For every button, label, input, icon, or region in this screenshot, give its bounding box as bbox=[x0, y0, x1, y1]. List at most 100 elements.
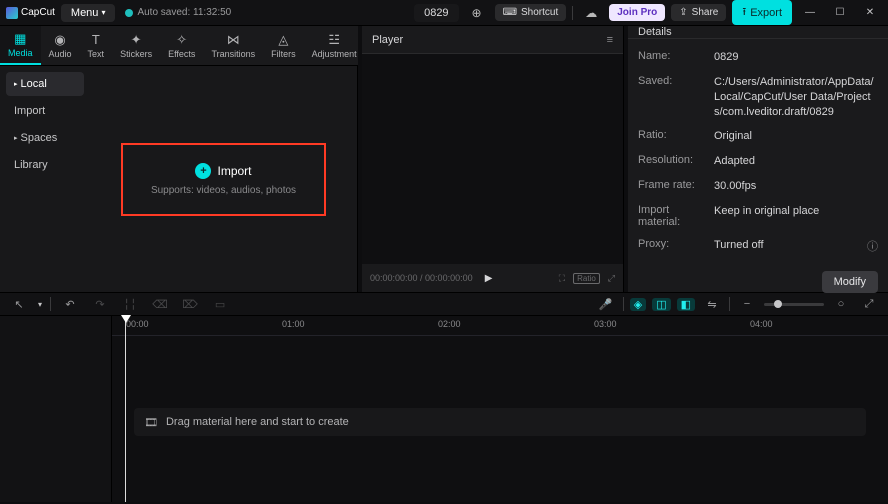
sidebar-item-library[interactable]: Library bbox=[6, 153, 84, 177]
sidebar-item-local[interactable]: ▸Local bbox=[6, 72, 84, 96]
caret-icon: ▸ bbox=[14, 134, 18, 142]
player-timecode: 00:00:00:00 / 00:00:00:00 bbox=[370, 273, 473, 283]
share-label: Share bbox=[692, 7, 719, 18]
zoom-out-button[interactable]: − bbox=[736, 295, 758, 313]
modify-button[interactable]: Modify bbox=[822, 271, 878, 293]
export-label: Export bbox=[750, 7, 782, 19]
titlebar: CapCut Menu ▾ Auto saved: 11:32:50 0829 … bbox=[0, 0, 888, 26]
zoom-fit-button[interactable]: ⤢ bbox=[858, 295, 880, 313]
media-icon: ▦ bbox=[14, 31, 26, 46]
autosave-text: Auto saved: 11:32:50 bbox=[137, 7, 231, 18]
status-dot-icon bbox=[125, 9, 133, 17]
detail-row-ratio: Ratio:Original bbox=[638, 124, 878, 149]
media-panel: ▸Local Import ▸Spaces Library + Import S… bbox=[0, 66, 358, 292]
keyboard-icon: ⌨ bbox=[503, 7, 517, 18]
tab-transitions[interactable]: ⋈Transitions bbox=[203, 26, 263, 65]
detail-row-saved: Saved:C:/Users/Administrator/AppData/Loc… bbox=[638, 70, 878, 125]
player-title: Player bbox=[372, 34, 403, 46]
play-button[interactable]: ▶ bbox=[479, 268, 499, 288]
empty-track[interactable]: 🎞 Drag material here and start to create bbox=[134, 408, 866, 436]
export-icon: ⭱ bbox=[742, 3, 746, 22]
player-panel: Player ≡ 00:00:00:00 / 00:00:00:00 ▶ ⛶ R… bbox=[362, 26, 624, 292]
chevron-down-icon[interactable]: ▾ bbox=[38, 300, 42, 309]
tab-filters[interactable]: ◬Filters bbox=[263, 26, 304, 65]
pointer-tool[interactable]: ↖ bbox=[8, 295, 30, 313]
app-logo: CapCut bbox=[6, 7, 55, 19]
zoom-in-button[interactable]: ○ bbox=[830, 295, 852, 313]
tab-adjustment[interactable]: ☳Adjustment bbox=[304, 26, 365, 65]
caret-icon: ▸ bbox=[14, 80, 18, 88]
import-button[interactable]: + Import bbox=[195, 163, 251, 179]
join-pro-button[interactable]: Join Pro bbox=[609, 4, 665, 21]
autosave-status: Auto saved: 11:32:50 bbox=[125, 7, 231, 18]
tab-stickers[interactable]: ✦Stickers bbox=[112, 26, 160, 65]
fullscreen-icon[interactable]: ⤢ bbox=[608, 273, 615, 284]
menu-label: Menu bbox=[71, 7, 99, 19]
sidebar-item-import[interactable]: Import bbox=[6, 99, 84, 123]
player-viewport bbox=[362, 54, 623, 264]
import-hint: Supports: videos, audios, photos bbox=[151, 185, 296, 196]
filters-icon: ◬ bbox=[278, 32, 288, 47]
redo-button[interactable]: ↷ bbox=[89, 295, 111, 313]
text-icon: T bbox=[92, 32, 100, 47]
detail-row-resolution: Resolution:Adapted bbox=[638, 149, 878, 174]
link-toggle[interactable]: ◧ bbox=[677, 298, 695, 311]
effects-icon: ✧ bbox=[176, 32, 187, 47]
track-headers bbox=[0, 316, 112, 502]
media-sidebar: ▸Local Import ▸Spaces Library bbox=[0, 66, 90, 292]
maximize-button[interactable]: ☐ bbox=[828, 3, 852, 23]
record-voice-icon[interactable]: 🎤 bbox=[595, 295, 617, 313]
shortcut-label: Shortcut bbox=[521, 7, 558, 18]
delete-left[interactable]: ⌫ bbox=[149, 295, 171, 313]
ruler-tick: 02:00 bbox=[438, 319, 461, 329]
ruler-tick: 03:00 bbox=[594, 319, 617, 329]
shortcut-button[interactable]: ⌨ Shortcut bbox=[495, 4, 567, 21]
tab-media[interactable]: ▦Media bbox=[0, 26, 41, 65]
split-tool[interactable]: ╎╎ bbox=[119, 295, 141, 313]
project-title: 0829 bbox=[414, 4, 458, 22]
share-button[interactable]: ⇪ Share bbox=[671, 4, 726, 21]
zoom-mag-icon[interactable]: ⊕ bbox=[465, 3, 489, 23]
snap-toggle[interactable]: ◈ bbox=[630, 298, 646, 311]
sidebar-item-spaces[interactable]: ▸Spaces bbox=[6, 126, 84, 150]
app-name: CapCut bbox=[21, 7, 55, 18]
delete-right[interactable]: ⌦ bbox=[179, 295, 201, 313]
snapshot-icon[interactable]: ⛶ bbox=[559, 273, 565, 284]
audio-icon: ◉ bbox=[54, 32, 65, 47]
timeline: 00:00 01:00 02:00 03:00 04:00 🎞 Drag mat… bbox=[0, 316, 888, 502]
timeline-body[interactable]: 00:00 01:00 02:00 03:00 04:00 🎞 Drag mat… bbox=[112, 316, 888, 502]
ruler-tick: 00:00 bbox=[126, 319, 149, 329]
ratio-button[interactable]: Ratio bbox=[573, 273, 600, 284]
zoom-slider[interactable] bbox=[764, 303, 824, 306]
detail-row-import: Import material:Keep in original place bbox=[638, 199, 878, 233]
info-icon[interactable]: ⓘ bbox=[867, 238, 878, 254]
export-button[interactable]: ⭱ Export bbox=[732, 0, 792, 25]
media-drop-area: + Import Supports: videos, audios, photo… bbox=[90, 66, 357, 292]
cloud-icon[interactable]: ☁ bbox=[579, 3, 603, 23]
zoom-thumb[interactable] bbox=[774, 300, 782, 308]
track-parity-icon[interactable]: ⇋ bbox=[701, 295, 723, 313]
undo-button[interactable]: ↶ bbox=[59, 295, 81, 313]
detail-row-name: Name:0829 bbox=[638, 45, 878, 70]
close-button[interactable]: ✕ bbox=[858, 3, 882, 23]
timeline-ruler[interactable]: 00:00 01:00 02:00 03:00 04:00 bbox=[112, 316, 888, 336]
ruler-tick: 01:00 bbox=[282, 319, 305, 329]
source-tabs: ▦Media ◉Audio TText ✦Stickers ✧Effects ⋈… bbox=[0, 26, 358, 66]
transitions-icon: ⋈ bbox=[227, 32, 240, 47]
details-title: Details bbox=[638, 26, 672, 38]
preview-toggle[interactable]: ◫ bbox=[652, 298, 670, 311]
freeze-tool[interactable]: ▭ bbox=[209, 295, 231, 313]
tab-effects[interactable]: ✧Effects bbox=[160, 26, 203, 65]
detail-row-framerate: Frame rate:30.00fps bbox=[638, 174, 878, 199]
player-menu-icon[interactable]: ≡ bbox=[607, 34, 613, 46]
details-panel: Details Name:0829 Saved:C:/Users/Adminis… bbox=[628, 26, 888, 292]
tab-text[interactable]: TText bbox=[80, 26, 113, 65]
adjustment-icon: ☳ bbox=[328, 32, 340, 47]
minimize-button[interactable]: — bbox=[798, 3, 822, 23]
plus-icon: + bbox=[195, 163, 211, 179]
timeline-toolbar: ↖ ▾ ↶ ↷ ╎╎ ⌫ ⌦ ▭ 🎤 ◈ ◫ ◧ ⇋ − ○ ⤢ bbox=[0, 292, 888, 316]
playhead-line[interactable] bbox=[125, 316, 126, 502]
menu-button[interactable]: Menu ▾ bbox=[61, 4, 116, 22]
tab-audio[interactable]: ◉Audio bbox=[41, 26, 80, 65]
detail-row-proxy: Proxy:Turned offⓘ bbox=[638, 233, 878, 259]
